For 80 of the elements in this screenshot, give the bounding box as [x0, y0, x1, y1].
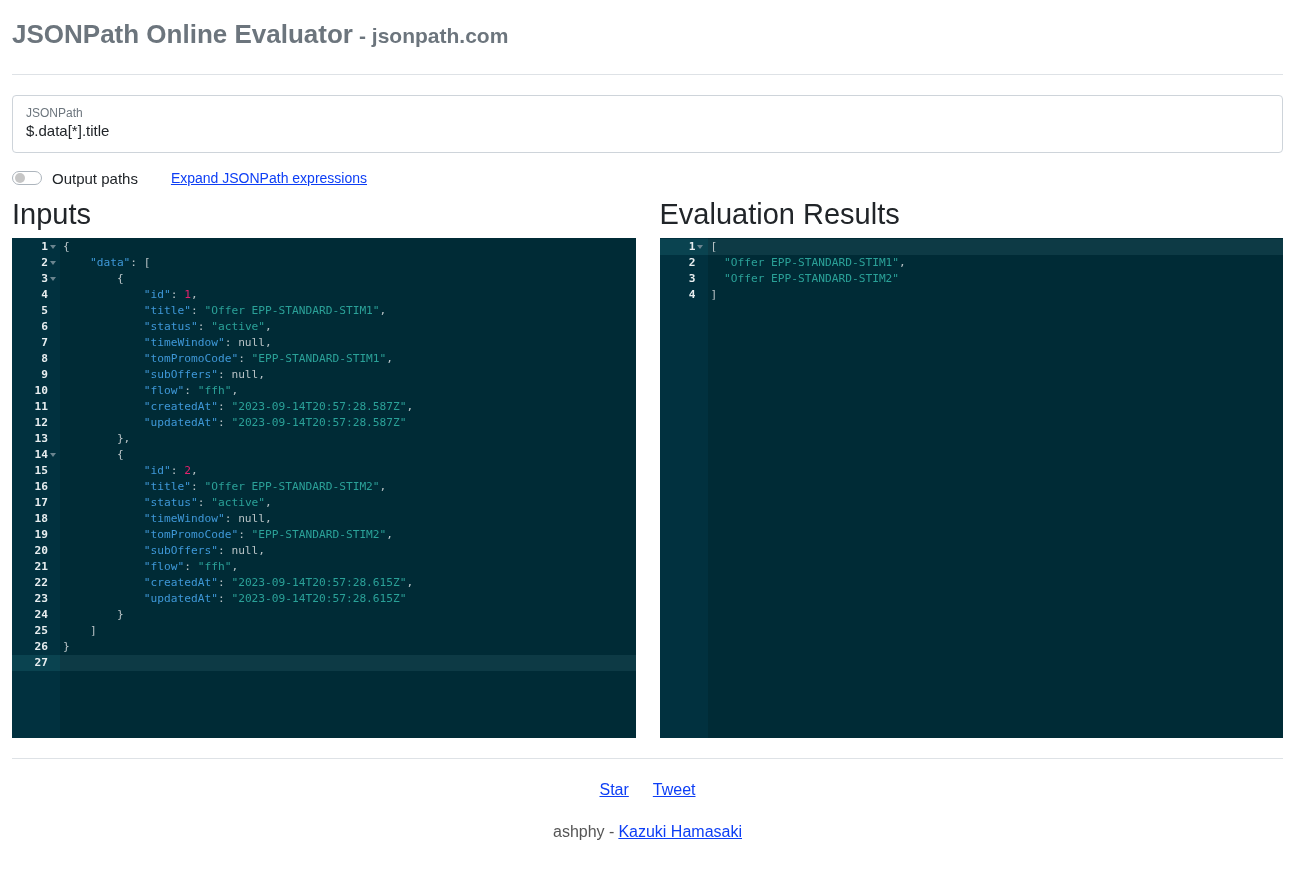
line-number: 27 [34, 655, 48, 671]
code-line: "id": 1, [142, 287, 198, 303]
line-number: 22 [34, 575, 48, 591]
line-number: 20 [34, 543, 48, 559]
line-number: 3 [688, 271, 696, 287]
code-line: "timeWindow": null, [142, 335, 272, 351]
code-line: "subOffers": null, [142, 543, 266, 559]
code-line: "status": "active", [142, 319, 272, 335]
line-number: 26 [34, 639, 48, 655]
code-line: "data": [ [88, 255, 151, 271]
code-line: "title": "Offer EPP-STANDARD-STIM1", [142, 303, 387, 319]
line-number: 19 [34, 527, 48, 543]
line-number: 2 [41, 255, 48, 271]
fold-caret-icon[interactable] [49, 261, 56, 265]
line-number: 6 [41, 319, 48, 335]
line-number: 9 [41, 367, 48, 383]
code-line: "timeWindow": null, [142, 511, 272, 527]
line-number: 24 [34, 607, 48, 623]
line-number: 10 [34, 383, 48, 399]
fold-caret-icon[interactable] [49, 277, 56, 281]
line-number: 13 [34, 431, 48, 447]
code-line: }, [115, 431, 131, 447]
code-line: } [62, 639, 70, 655]
code-line: ] [88, 623, 97, 639]
page-title: JSONPath Online Evaluator [12, 19, 353, 49]
code-line: { [115, 271, 124, 287]
expand-expressions-link[interactable]: Expand JSONPath expressions [170, 170, 367, 186]
fold-caret-icon[interactable] [49, 453, 56, 457]
code-line: "tomPromoCode": "EPP-STANDARD-STIM1", [142, 351, 394, 367]
output-paths-label: Output paths [52, 169, 138, 187]
code-line: "status": "active", [142, 495, 272, 511]
output-paths-toggle[interactable] [12, 171, 42, 185]
code-line: "createdAt": "2023-09-14T20:57:28.615Z", [142, 575, 414, 591]
code-line: "updatedAt": "2023-09-14T20:57:28.587Z" [142, 415, 407, 431]
line-number: 16 [34, 479, 48, 495]
line-number: 4 [41, 287, 48, 303]
code-line: "tomPromoCode": "EPP-STANDARD-STIM2", [142, 527, 394, 543]
author-text: ashphy - [553, 823, 615, 841]
footer-link[interactable]: Tweet [652, 781, 696, 799]
line-number: 2 [688, 255, 696, 271]
results-editor[interactable]: 1 [ 2 "Offer EPP-STANDARD-STIM1", 3 "Offer EPP-STANDARD-STIM2" 4 ] [659, 238, 1283, 738]
author-link[interactable]: Kazuki Hamasaki [618, 823, 742, 841]
code-line: { [62, 239, 70, 255]
section-heading: Evaluation Results [659, 197, 901, 232]
line-number: 5 [41, 303, 48, 319]
input-editor[interactable] [12, 238, 636, 738]
code-line: "title": "Offer EPP-STANDARD-STIM2", [142, 479, 387, 495]
code-line: "Offer EPP-STANDARD-STIM1", [722, 255, 906, 271]
line-number: 3 [41, 271, 48, 287]
line-number: 14 [34, 447, 48, 463]
code-line: ] [709, 287, 718, 303]
code-line: "createdAt": "2023-09-14T20:57:28.587Z", [142, 399, 414, 415]
code-line: "subOffers": null, [142, 367, 266, 383]
jsonpath-field[interactable]: JSONPath $.data[*].title [12, 95, 1283, 153]
line-number: 8 [41, 351, 48, 367]
section-heading: Inputs [12, 197, 92, 232]
code-line: "flow": "ffh", [142, 383, 239, 399]
line-number: 7 [41, 335, 48, 351]
code-line: "updatedAt": "2023-09-14T20:57:28.615Z" [142, 591, 407, 607]
fold-caret-icon[interactable] [697, 245, 703, 249]
code-line: "flow": "ffh", [142, 559, 239, 575]
line-number: 15 [34, 463, 48, 479]
line-number: 23 [34, 591, 48, 607]
line-number: 18 [34, 511, 48, 527]
code-line: "Offer EPP-STANDARD-STIM2" [722, 271, 900, 287]
line-number: 25 [34, 623, 48, 639]
footer-link[interactable]: Star [599, 781, 629, 799]
line-number: 12 [34, 415, 48, 431]
fold-caret-icon[interactable] [49, 245, 56, 249]
line-number: 1 [41, 239, 48, 255]
code-line: { [115, 447, 124, 463]
line-number: 1 [688, 239, 696, 255]
code-line: "id": 2, [142, 463, 198, 479]
line-number: 21 [34, 559, 48, 575]
page-subtitle: - jsonpath.com [359, 24, 509, 47]
line-number: 11 [34, 399, 48, 415]
code-line: } [115, 607, 124, 623]
code-line: [ [709, 239, 718, 255]
line-number: 4 [688, 287, 696, 303]
line-number: 17 [34, 495, 48, 511]
